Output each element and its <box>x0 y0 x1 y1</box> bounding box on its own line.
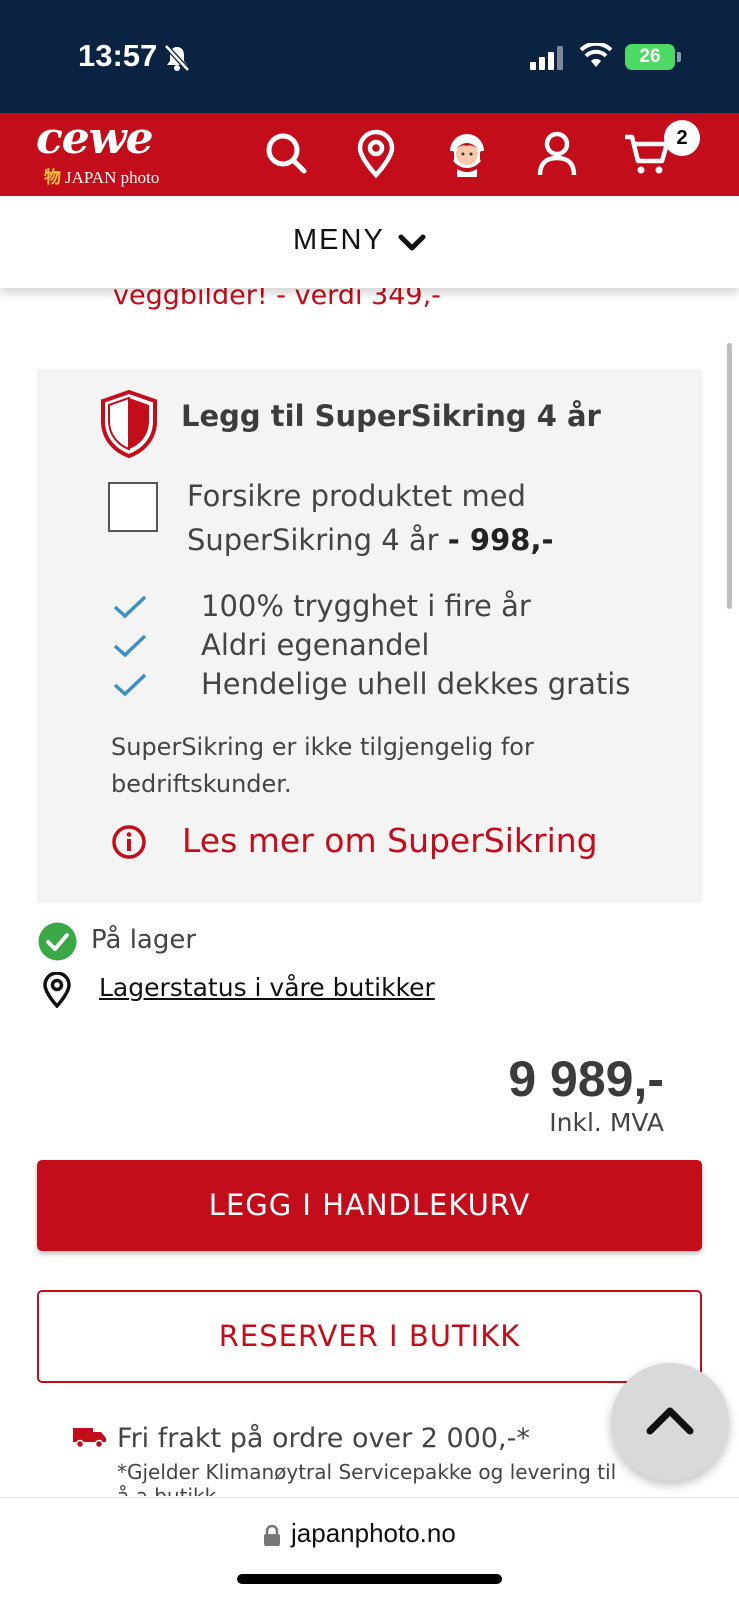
check-icon <box>113 634 147 658</box>
benefit-item: Hendelige uhell dekkes gratis <box>113 665 630 704</box>
store-locator-icon[interactable] <box>351 129 401 179</box>
logo-kanji: 物 <box>44 168 61 187</box>
chevron-down-icon[interactable] <box>398 234 426 252</box>
add-to-cart-button[interactable]: LEGG I HANDLEKURV <box>37 1160 702 1251</box>
benefit-text: 100% trygghet i fire år <box>201 589 531 623</box>
lock-icon <box>264 1525 280 1546</box>
logo-cewe[interactable]: cewe <box>36 113 154 164</box>
benefit-item: 100% trygghet i fire år <box>113 587 630 626</box>
store-stock-link[interactable]: Lagerstatus i våre butikker <box>99 973 435 1002</box>
supersikring-note: SuperSikring er ikke tilgjengelig for be… <box>111 733 534 798</box>
menu-label[interactable]: MENY <box>293 224 385 257</box>
location-pin-icon <box>43 972 71 1008</box>
supersikring-panel: Legg til SuperSikring 4 år Forsikre prod… <box>37 369 702 903</box>
info-icon[interactable] <box>111 824 147 860</box>
shipping-note: *Gjelder Klimanøytral Servicepakke og le… <box>117 1460 617 1484</box>
benefit-text: Hendelige uhell dekkes gratis <box>201 667 631 701</box>
check-icon <box>113 595 147 619</box>
screen: 13:57 26 cewe 物 JAPAN photo 2 MENY veggb… <box>0 0 739 1600</box>
battery-cap <box>677 52 681 62</box>
supersikring-read-more-link[interactable]: Les mer om SuperSikring <box>182 821 598 860</box>
in-stock-check-icon <box>38 922 77 961</box>
supersikring-checkbox[interactable] <box>108 482 158 532</box>
cart-count-badge: 2 <box>664 120 700 156</box>
truck-icon <box>73 1428 106 1449</box>
wifi-icon <box>580 43 612 67</box>
logo-sub-text: JAPAN photo <box>65 168 160 187</box>
status-bar: 13:57 26 <box>0 0 739 113</box>
check-icon <box>113 673 147 697</box>
price-vat-note: Inkl. MVA <box>549 1108 664 1137</box>
shipping-text: Fri frakt på ordre over 2 000,-* <box>117 1423 530 1454</box>
browser-address-bar[interactable]: japanphoto.no <box>0 1497 739 1600</box>
product-price: 9 989,- <box>508 1051 664 1107</box>
shield-icon <box>101 389 157 459</box>
supersikring-benefits: 100% trygghet i fire år Aldri egenandel … <box>113 587 630 704</box>
url-text[interactable]: japanphoto.no <box>291 1518 456 1549</box>
battery-icon: 26 <box>625 44 675 70</box>
chevron-up-icon <box>646 1407 694 1435</box>
signal-icon <box>530 46 563 70</box>
supersikring-checkbox-label[interactable]: Forsikre produktet med SuperSikring 4 år… <box>187 474 687 562</box>
supersikring-price: - 998,- <box>447 523 554 557</box>
home-indicator[interactable] <box>237 1574 502 1584</box>
logo-japan-photo: 物 JAPAN photo <box>44 163 159 188</box>
account-icon[interactable] <box>532 129 582 179</box>
benefit-text: Aldri egenandel <box>201 628 430 662</box>
customer-service-icon[interactable] <box>442 129 492 179</box>
header-nav: cewe 物 JAPAN photo 2 <box>0 113 739 196</box>
shipping-note-continued: å a butikk <box>117 1484 217 1496</box>
scroll-to-top-button[interactable] <box>611 1363 729 1481</box>
supersikring-title: Legg til SuperSikring 4 år <box>181 399 601 433</box>
page-scrollbar[interactable] <box>727 343 732 609</box>
status-time: 13:57 <box>78 38 158 73</box>
reserve-in-store-button[interactable]: RESERVER I BUTIKK <box>37 1290 702 1383</box>
menu-bar[interactable]: MENY <box>0 196 739 288</box>
stock-status: På lager <box>91 925 197 955</box>
search-icon[interactable] <box>262 129 312 179</box>
benefit-item: Aldri egenandel <box>113 626 630 665</box>
bell-muted-icon <box>164 44 190 72</box>
